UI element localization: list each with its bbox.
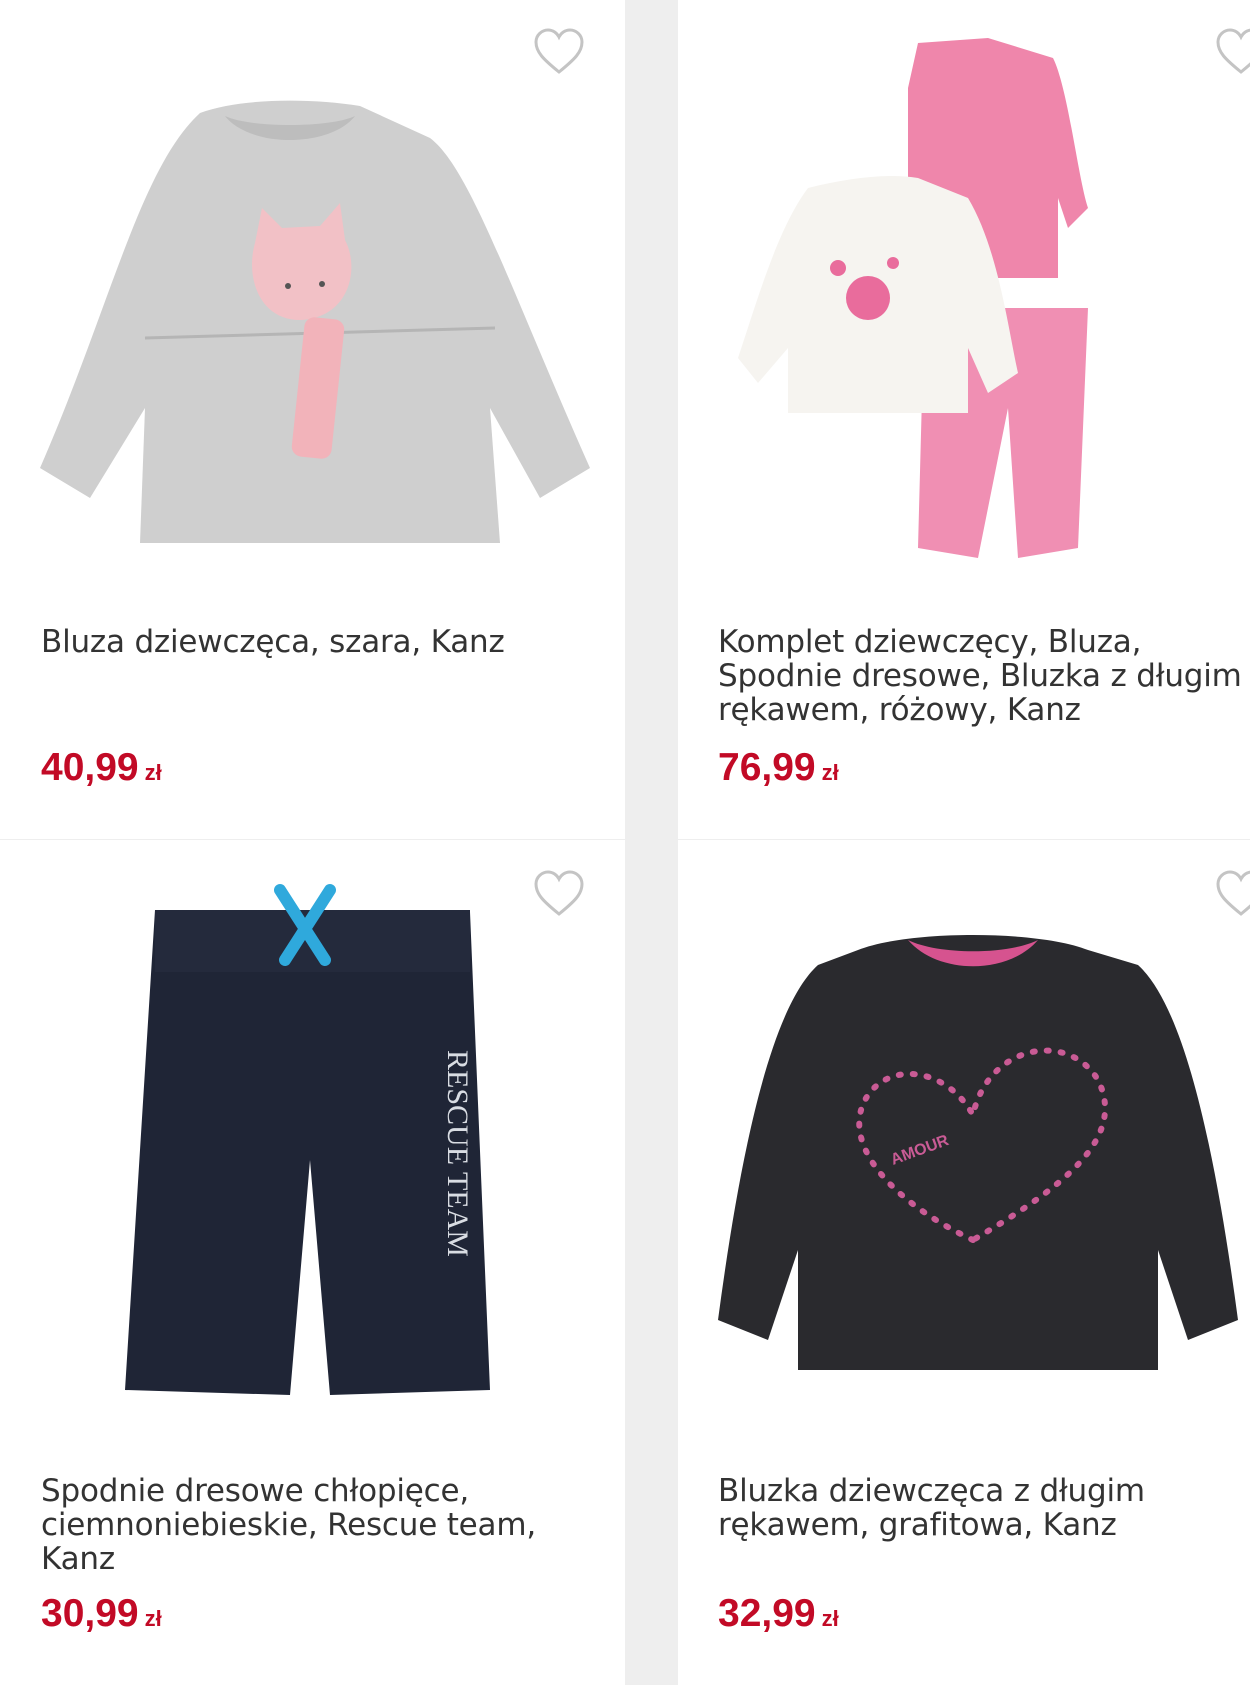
product-image-grey-sweatshirt[interactable] bbox=[30, 28, 590, 588]
product-image-pink-set[interactable] bbox=[718, 28, 1250, 588]
print-text-rescue-team: RESCUE TEAM bbox=[441, 1050, 474, 1257]
product-card[interactable]: Bluza dziewczęca, szara, Kanz 40,99 zł bbox=[0, 0, 625, 839]
product-title[interactable]: Spodnie dresowe chłopięce, ciemnoniebies… bbox=[41, 1474, 601, 1576]
price-currency: zł bbox=[144, 1606, 162, 1631]
product-price: 30,99 zł bbox=[41, 1592, 162, 1636]
price-currency: zł bbox=[821, 760, 839, 785]
product-price: 32,99 zł bbox=[718, 1592, 839, 1636]
product-title[interactable]: Bluza dziewczęca, szara, Kanz bbox=[41, 625, 601, 659]
product-card[interactable]: AMOUR Bluzka dziewczęca z długim rękawem… bbox=[678, 840, 1250, 1685]
product-card[interactable]: RESCUE TEAM Spodnie dresowe chłopięce, c… bbox=[0, 840, 625, 1685]
product-price: 76,99 zł bbox=[718, 746, 839, 790]
price-value: 40,99 bbox=[41, 746, 139, 789]
price-value: 32,99 bbox=[718, 1592, 816, 1635]
price-currency: zł bbox=[821, 1606, 839, 1631]
product-image-graphite-top[interactable]: AMOUR bbox=[718, 870, 1250, 1430]
price-value: 76,99 bbox=[718, 746, 816, 789]
product-card[interactable]: Komplet dziewczęcy, Bluza, Spodnie dreso… bbox=[678, 0, 1250, 839]
product-title[interactable]: Komplet dziewczęcy, Bluza, Spodnie dreso… bbox=[718, 625, 1248, 727]
product-image-navy-sweatpants[interactable]: RESCUE TEAM bbox=[30, 870, 590, 1430]
price-value: 30,99 bbox=[41, 1592, 139, 1635]
product-title[interactable]: Bluzka dziewczęca z długim rękawem, graf… bbox=[718, 1474, 1248, 1542]
product-price: 40,99 zł bbox=[41, 746, 162, 790]
price-currency: zł bbox=[144, 760, 162, 785]
